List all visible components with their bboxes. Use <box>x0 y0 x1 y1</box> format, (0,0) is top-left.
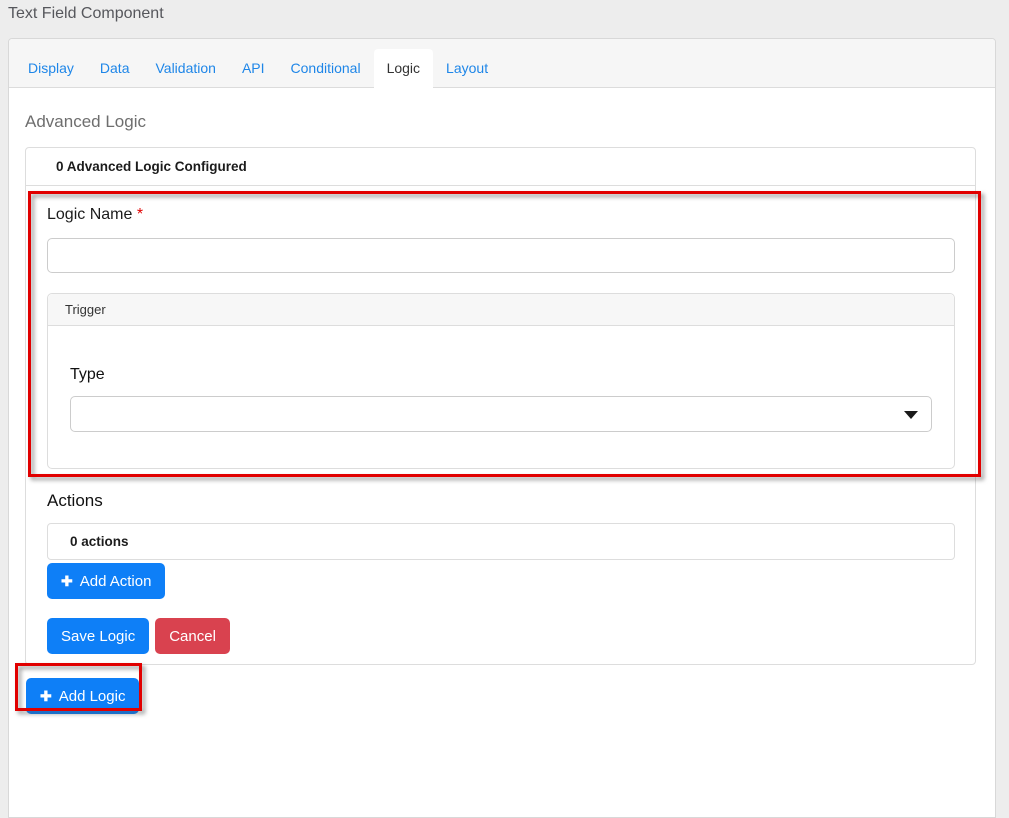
tab-conditional[interactable]: Conditional <box>278 49 374 87</box>
add-action-button[interactable]: ✚ Add Action <box>47 563 165 599</box>
save-logic-button-label: Save Logic <box>61 628 135 645</box>
save-cancel-row: Save Logic Cancel <box>47 618 955 654</box>
logic-name-input[interactable] <box>47 238 955 273</box>
chevron-down-icon <box>904 411 918 419</box>
add-logic-button[interactable]: ✚ Add Logic <box>26 678 139 714</box>
component-settings-card: Display Data Validation API Conditional … <box>8 38 996 818</box>
trigger-panel-body: Type <box>48 326 954 468</box>
plus-icon: ✚ <box>40 688 52 705</box>
logic-name-label-text: Logic Name <box>47 206 132 223</box>
tab-display[interactable]: Display <box>15 49 87 87</box>
tab-data[interactable]: Data <box>87 49 143 87</box>
advanced-logic-editgrid: 0 Advanced Logic Configured Logic Name *… <box>25 147 976 665</box>
tab-logic[interactable]: Logic <box>374 49 433 88</box>
trigger-type-select[interactable] <box>70 396 932 432</box>
tab-bar: Display Data Validation API Conditional … <box>9 39 995 88</box>
tab-layout[interactable]: Layout <box>433 49 501 87</box>
tab-validation[interactable]: Validation <box>142 49 228 87</box>
trigger-panel: Trigger Type <box>47 293 955 469</box>
actions-heading: Actions <box>47 491 955 511</box>
logic-name-label: Logic Name * <box>47 206 955 224</box>
cancel-button-label: Cancel <box>169 628 216 645</box>
advanced-logic-heading: Advanced Logic <box>25 112 976 132</box>
plus-icon: ✚ <box>61 573 73 590</box>
logic-row-editor: Logic Name * Trigger Type Actions 0 <box>26 186 975 664</box>
tab-panel-logic: Advanced Logic 0 Advanced Logic Configur… <box>9 88 995 714</box>
actions-count: 0 actions <box>47 523 955 560</box>
save-logic-button[interactable]: Save Logic <box>47 618 149 654</box>
advanced-logic-count: 0 Advanced Logic Configured <box>26 148 975 186</box>
trigger-panel-header: Trigger <box>48 294 954 326</box>
add-action-button-label: Add Action <box>80 573 152 590</box>
add-logic-button-label: Add Logic <box>59 688 126 705</box>
tab-api[interactable]: API <box>229 49 278 87</box>
required-asterisk: * <box>137 206 143 223</box>
trigger-type-label: Type <box>70 366 932 384</box>
page-title: Text Field Component <box>8 5 164 23</box>
cancel-button[interactable]: Cancel <box>155 618 230 654</box>
